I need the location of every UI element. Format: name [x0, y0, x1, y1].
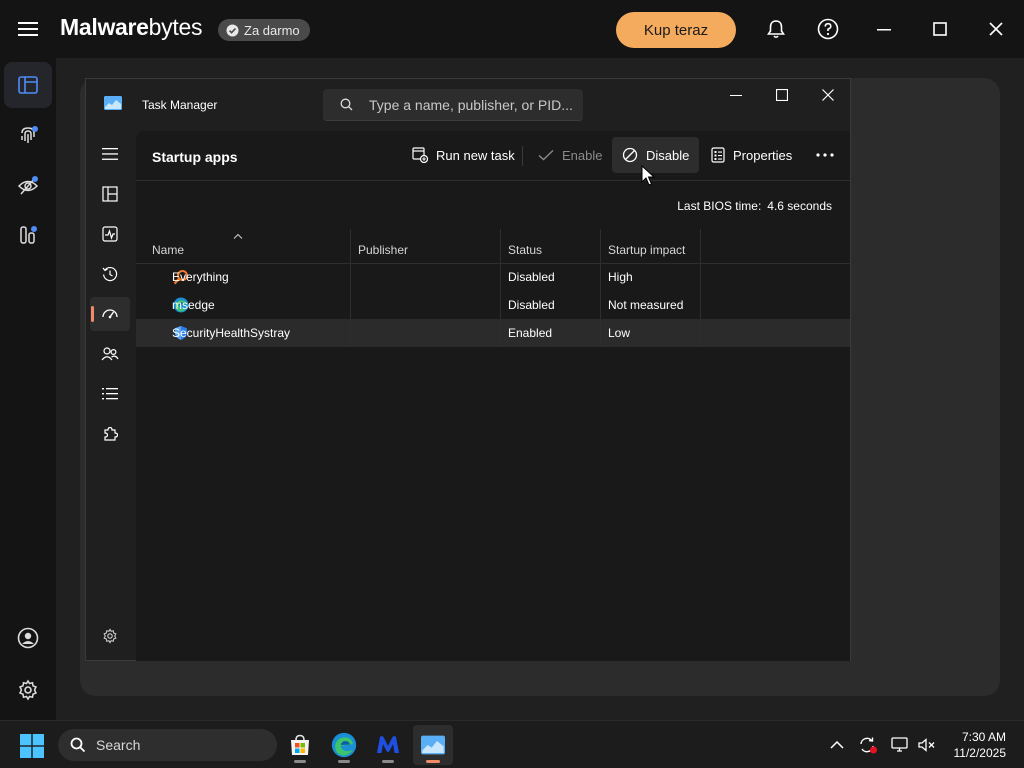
cell-publisher [351, 263, 501, 291]
bios-value: 4.6 seconds [767, 199, 832, 213]
account-icon[interactable] [4, 615, 52, 661]
search-input[interactable]: Type a name, publisher, or PID... [323, 89, 583, 121]
cell-name: msedge [136, 291, 351, 319]
privacy-eye-icon[interactable] [4, 162, 52, 208]
clock-date: 11/2/2025 [953, 746, 1007, 760]
check-circle-icon [226, 24, 239, 36]
taskbar: Search 7:30 AM 11/2/2025 [0, 720, 1024, 768]
cell-name: SecurityHealthSystray [136, 319, 351, 347]
search-icon [323, 98, 369, 111]
hamburger-menu-icon[interactable] [14, 16, 42, 42]
start-windows-icon[interactable] [20, 734, 44, 763]
malwarebytes-app-icon[interactable] [368, 725, 408, 765]
bell-icon[interactable] [763, 16, 789, 42]
startup-apps-panel: Startup apps Run new task Enable Disable… [136, 131, 850, 661]
performance-icon[interactable] [90, 217, 130, 251]
bios-label: Last BIOS time: [677, 199, 762, 213]
bios-time: Last BIOS time: 4.6 seconds [677, 199, 832, 213]
maximize-icon[interactable] [927, 16, 953, 42]
app-history-icon[interactable] [90, 257, 130, 291]
toolbar: Startup apps Run new task Enable Disable… [136, 131, 850, 181]
microsoft-store-icon[interactable] [280, 725, 320, 765]
cell-impact: Low [601, 319, 701, 347]
properties-button[interactable]: Properties [701, 137, 802, 173]
column-header-startup-impact[interactable]: Startup impact [601, 229, 701, 263]
buy-button[interactable]: Kup teraz [616, 12, 736, 48]
settings-gear-icon[interactable] [4, 667, 52, 713]
maximize-icon[interactable] [759, 81, 805, 109]
block-icon [622, 147, 638, 163]
cell-publisher [351, 291, 501, 319]
page-title: Startup apps [152, 149, 238, 165]
malwarebytes-header: Malwarebytes Za darmo Kup teraz [0, 0, 1024, 58]
minimize-icon[interactable] [871, 16, 897, 42]
services-puzzle-icon[interactable] [90, 417, 130, 451]
cell-status: Disabled [501, 263, 601, 291]
sync-error-icon[interactable] [858, 735, 878, 755]
sort-up-icon [233, 233, 243, 239]
column-header-name[interactable]: Name [136, 229, 351, 263]
cell-status: Enabled [501, 319, 601, 347]
malwarebytes-logo: Malwarebytes [60, 14, 203, 40]
edge-icon[interactable] [324, 725, 364, 765]
users-icon[interactable] [90, 337, 130, 371]
network-icon[interactable] [890, 735, 910, 755]
task-manager-window: Task Manager Type a name, publisher, or … [85, 78, 851, 661]
task-manager-taskbar-icon[interactable] [413, 725, 453, 765]
volume-muted-icon[interactable] [917, 735, 937, 755]
task-manager-titlebar[interactable]: Task Manager Type a name, publisher, or … [86, 79, 850, 131]
search-placeholder: Type a name, publisher, or PID... [369, 96, 573, 113]
clock-time: 7:30 AM [961, 730, 1006, 744]
search-icon [70, 737, 86, 753]
enable-button[interactable]: Enable [528, 137, 612, 173]
chevron-up-icon[interactable] [827, 735, 847, 755]
disable-button[interactable]: Disable [612, 137, 700, 173]
table-row[interactable]: Everything Disabled High [136, 263, 850, 291]
malwarebytes-sidebar [0, 58, 56, 720]
help-icon[interactable] [815, 16, 841, 42]
hamburger-menu-icon[interactable] [90, 137, 130, 171]
taskbar-clock[interactable]: 7:30 AM 11/2/2025 [954, 729, 1007, 761]
column-header-publisher[interactable]: Publisher [351, 229, 501, 263]
table-row[interactable]: msedge Disabled Not measured [136, 291, 850, 319]
settings-gear-icon[interactable] [90, 619, 130, 653]
dashboard-icon[interactable] [4, 62, 52, 108]
checkmark-icon [538, 149, 554, 161]
processes-icon[interactable] [90, 177, 130, 211]
cell-impact: Not measured [601, 291, 701, 319]
table-row[interactable]: SecurityHealthSystray Enabled Low [136, 319, 850, 347]
plan-badge: Za darmo [218, 19, 310, 41]
cell-name: Everything [136, 263, 351, 291]
minimize-icon[interactable] [713, 81, 759, 109]
toolbar-divider [522, 146, 523, 166]
run-new-task-button[interactable]: Run new task [402, 137, 525, 173]
tools-icon[interactable] [4, 212, 52, 258]
startup-apps-icon[interactable] [90, 297, 130, 331]
task-manager-app-icon [104, 96, 122, 110]
properties-icon [711, 147, 725, 163]
cell-status: Disabled [501, 291, 601, 319]
cell-publisher [351, 319, 501, 347]
run-task-icon [412, 147, 428, 163]
window-title: Task Manager [142, 98, 218, 112]
details-list-icon[interactable] [90, 377, 130, 411]
column-header-status[interactable]: Status [501, 229, 601, 263]
cell-impact: High [601, 263, 701, 291]
taskbar-search[interactable]: Search [58, 729, 277, 761]
close-icon[interactable] [983, 16, 1009, 42]
task-manager-nav [86, 131, 136, 661]
close-icon[interactable] [805, 81, 851, 109]
more-options-icon[interactable] [806, 137, 844, 173]
mouse-cursor-icon [641, 165, 655, 186]
fingerprint-scan-icon[interactable] [4, 112, 52, 158]
